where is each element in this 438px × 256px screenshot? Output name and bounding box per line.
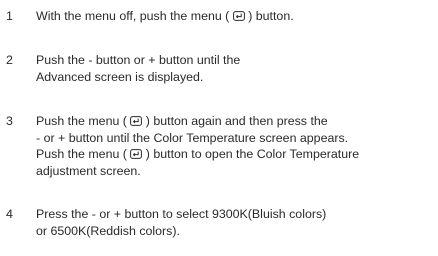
step-text: With the menu off, push the menu ( ) but… xyxy=(36,8,438,25)
text-segment: ) button. xyxy=(244,9,294,23)
step-number: 1 xyxy=(6,9,13,23)
step-line: Push the - button or + button until the xyxy=(36,53,241,67)
menu-enter-icon xyxy=(232,11,245,21)
menu-enter-icon xyxy=(130,116,143,126)
step-line: With the menu off, push the menu ( ) but… xyxy=(36,8,438,25)
step-line: Push the menu ( ) button again and then … xyxy=(36,113,438,130)
step-line: or 6500K(Reddish colors). xyxy=(36,223,180,238)
step-line: Push the menu ( ) button to open the Col… xyxy=(36,146,438,163)
text-segment: ) button again and then press the xyxy=(142,114,328,128)
menu-enter-icon xyxy=(130,149,143,160)
step-text: Push the - button or + button until the … xyxy=(36,52,438,85)
step-number: 3 xyxy=(6,114,13,128)
text-segment: Push the menu ( xyxy=(36,147,131,162)
step-number: 2 xyxy=(6,53,13,67)
text-segment: Push the menu ( xyxy=(36,114,131,128)
step-text: Press the - or + button to select 9300K(… xyxy=(36,206,438,239)
step-line: Advanced screen is displayed. xyxy=(36,69,204,84)
step-text: Push the menu ( ) button again and then … xyxy=(36,113,438,179)
step-line: - or + button until the Color Temperatur… xyxy=(36,130,349,145)
step-line: Press the - or + button to select 9300K(… xyxy=(36,207,327,221)
step-number: 4 xyxy=(6,207,13,221)
instruction-steps: 1 With the menu off, push the menu ( ) b… xyxy=(0,0,438,256)
text-segment: ) button to open the Color Temperature xyxy=(142,147,360,162)
text-segment: With the menu off, push the menu ( xyxy=(36,9,233,23)
step-line: adjustment screen. xyxy=(36,163,141,178)
